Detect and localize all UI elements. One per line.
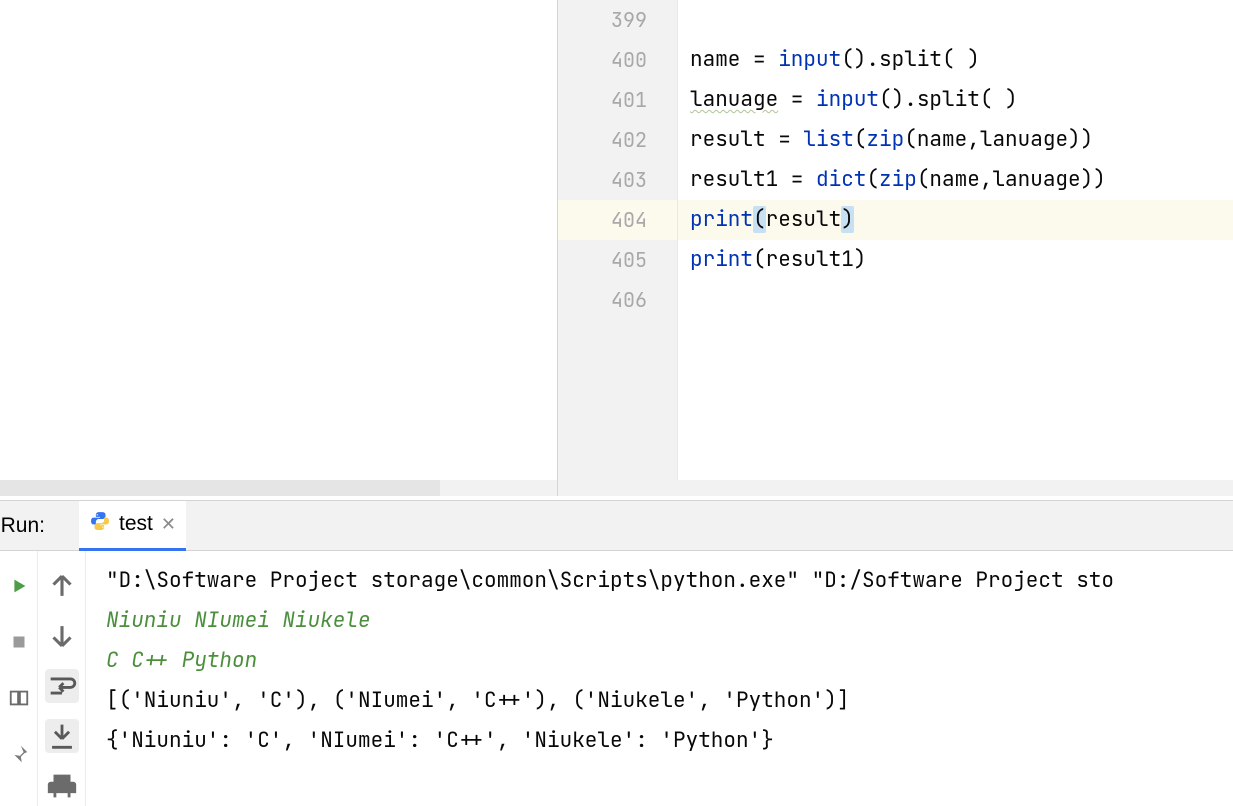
rerun-icon[interactable]	[2, 569, 36, 603]
run-tab-label: test	[119, 512, 153, 536]
code-line[interactable]: name = input().split( )	[678, 40, 1233, 80]
code-line[interactable]: print(result)	[678, 200, 1233, 240]
code-editor[interactable]: 399400401402403404405406 name = input().…	[558, 0, 1233, 496]
run-toolbar-left	[0, 551, 38, 806]
up-arrow-icon[interactable]	[45, 569, 79, 603]
run-toolbar-secondary	[38, 551, 86, 806]
code-line[interactable]: lanuage = input().split( )	[678, 80, 1233, 120]
soft-wrap-icon[interactable]	[45, 669, 79, 703]
line-number-gutter[interactable]: 399400401402403404405406	[558, 0, 678, 480]
editor-split: 399400401402403404405406 name = input().…	[0, 0, 1233, 496]
python-file-icon	[89, 510, 111, 538]
line-number[interactable]: 402	[558, 120, 677, 160]
left-hscrollbar[interactable]	[0, 480, 557, 496]
console-line: {'Niuniu': 'C', 'NIumei': 'C++', 'Niukel…	[106, 721, 1213, 761]
line-number[interactable]: 405	[558, 240, 677, 280]
line-number[interactable]: 400	[558, 40, 677, 80]
run-tab-test[interactable]: test ✕	[79, 501, 186, 551]
line-number[interactable]: 401	[558, 80, 677, 120]
run-body: "D:\Software Project storage\common\Scri…	[0, 551, 1233, 806]
left-editor-panel	[0, 0, 557, 496]
run-tool-window: Run: test ✕	[0, 500, 1233, 806]
code-line[interactable]	[678, 280, 1233, 320]
line-number[interactable]: 403	[558, 160, 677, 200]
code-line[interactable]: result = list(zip(name,lanuage))	[678, 120, 1233, 160]
run-header: Run: test ✕	[0, 501, 1233, 551]
close-icon[interactable]: ✕	[161, 514, 176, 535]
line-number[interactable]: 406	[558, 280, 677, 320]
run-title: Run:	[0, 514, 45, 538]
console-line: Niuniu NIumei Niukele	[106, 601, 1213, 641]
code-content[interactable]: name = input().split( )lanuage = input()…	[678, 0, 1233, 480]
line-number[interactable]: 404	[558, 200, 677, 240]
code-line[interactable]: print(result1)	[678, 240, 1233, 280]
scroll-to-end-icon[interactable]	[45, 719, 79, 753]
console-output[interactable]: "D:\Software Project storage\common\Scri…	[86, 551, 1233, 806]
console-line: C C++ Python	[106, 641, 1213, 681]
stop-icon[interactable]	[2, 625, 36, 659]
layout-icon[interactable]	[2, 681, 36, 715]
editor-hscrollbar[interactable]	[558, 480, 1233, 496]
console-line: "D:\Software Project storage\common\Scri…	[106, 561, 1213, 601]
line-number[interactable]: 399	[558, 0, 677, 40]
down-arrow-icon[interactable]	[45, 619, 79, 653]
code-line[interactable]: result1 = dict(zip(name,lanuage))	[678, 160, 1233, 200]
pin-icon[interactable]	[2, 737, 36, 771]
code-line[interactable]	[678, 0, 1233, 40]
print-icon[interactable]	[45, 769, 79, 803]
left-hscrollbar-thumb[interactable]	[0, 480, 440, 496]
console-line: [('Niuniu', 'C'), ('NIumei', 'C++'), ('N…	[106, 681, 1213, 721]
